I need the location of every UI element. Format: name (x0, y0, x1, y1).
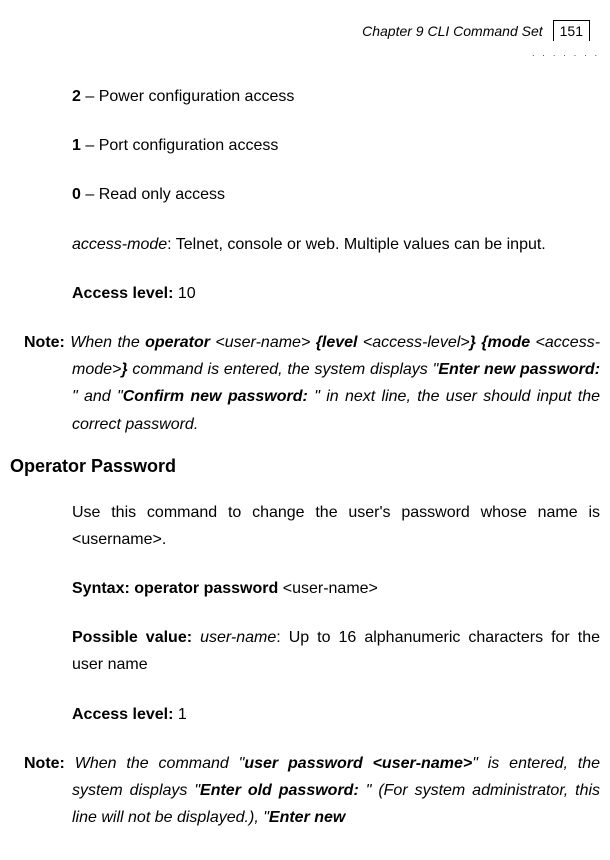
note-2-t1: When the command " (65, 755, 244, 772)
note-1: Note: When the operator <user-name> {lev… (10, 329, 600, 438)
level-2-text: – Power configuration access (81, 88, 294, 105)
note-1-t6: " and " (72, 388, 123, 405)
level-0-num: 0 (72, 186, 81, 203)
syntax-line: Syntax: operator password <user-name> (72, 575, 600, 602)
page-number: 151 (553, 20, 590, 41)
level-0-text: – Read only access (81, 186, 225, 203)
note-2-enternew: Enter new (269, 809, 345, 826)
level-1-num: 1 (72, 137, 81, 154)
section-heading-operator-password: Operator Password (10, 456, 600, 477)
level-2-line: 2 – Power configuration access (72, 83, 600, 110)
note-1-colon1: : (595, 361, 600, 378)
level-1-line: 1 – Port configuration access (72, 132, 600, 159)
syntax-arg: <user-name> (283, 580, 378, 597)
note-1-label: Note: (24, 334, 65, 351)
note-1-t3: <access-level> (358, 334, 470, 351)
level-1-text: – Port configuration access (81, 137, 278, 154)
note-2-label: Note: (24, 755, 65, 772)
page-content: 2 – Power configuration access 1 – Port … (10, 83, 600, 831)
level-2-num: 2 (72, 88, 81, 105)
note-2: Note: When the command "user password <u… (10, 750, 600, 832)
possible-value-para: Possible value: user-name: Up to 16 alph… (72, 624, 600, 678)
access-mode-term: access-mode (72, 236, 167, 253)
note-1-enter: Enter new password (438, 361, 594, 378)
note-1-mode: {mode (476, 334, 530, 351)
note-2-enterold: Enter old password (200, 782, 353, 799)
note-1-level: {level (316, 334, 358, 351)
access-level-1-label: Access level: (72, 706, 173, 723)
access-level-10-label: Access level: (72, 285, 173, 302)
use-command-para: Use this command to change the user's pa… (72, 499, 600, 553)
access-mode-para: access-mode: Telnet, console or web. Mul… (72, 231, 600, 258)
note-1-confirm: Confirm new password (123, 388, 303, 405)
note-1-colon2: : (303, 388, 315, 405)
access-mode-rest: : Telnet, console or web. Multiple value… (167, 236, 546, 253)
access-level-1: Access level: 1 (72, 701, 600, 728)
access-level-10-value: 10 (173, 285, 195, 302)
chapter-title: Chapter 9 CLI Command Set (362, 23, 543, 39)
note-1-operator: operator (145, 334, 210, 351)
access-level-1-value: 1 (173, 706, 186, 723)
syntax-label: Syntax: operator password (72, 580, 283, 597)
level-0-line: 0 – Read only access (72, 181, 600, 208)
note-1-t1: When the (65, 334, 145, 351)
page-header: Chapter 9 CLI Command Set 151 (10, 20, 600, 41)
note-2-cmd: user password <user-name> (244, 755, 472, 772)
header-dots: . . . . . . . (10, 49, 600, 58)
note-2-colon1: : (353, 782, 365, 799)
note-1-t2: <user-name> (210, 334, 316, 351)
possible-label: Possible value: (72, 629, 200, 646)
possible-term: user-name (200, 629, 276, 646)
note-1-t5: command is entered, the system displays … (128, 361, 439, 378)
access-level-10: Access level: 10 (72, 280, 600, 307)
